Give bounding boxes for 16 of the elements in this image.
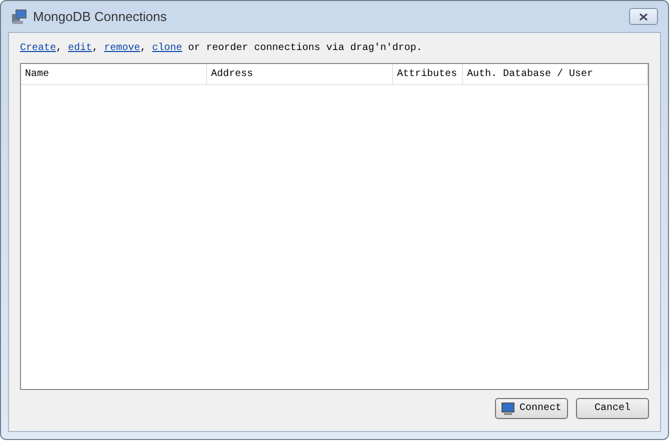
column-header[interactable]: Name: [21, 64, 207, 84]
close-button[interactable]: [629, 8, 658, 25]
column-header[interactable]: Attributes: [393, 64, 463, 84]
monitor-icon: [501, 402, 516, 416]
action-link[interactable]: clone: [152, 43, 182, 54]
action-link[interactable]: remove: [104, 43, 140, 54]
column-header[interactable]: Address: [207, 64, 393, 84]
connect-button[interactable]: Connect: [495, 398, 568, 419]
window-title: MongoDB Connections: [33, 8, 167, 26]
action-link[interactable]: Create: [20, 43, 56, 54]
action-link[interactable]: edit: [68, 43, 92, 54]
intro-text: Create, edit, remove, clone or reorder connections via drag'n'drop.: [20, 42, 424, 56]
cancel-button[interactable]: Cancel: [576, 398, 649, 419]
close-icon: [639, 12, 648, 20]
computer-icon: [11, 8, 27, 24]
column-header[interactable]: Auth. Database / User: [463, 64, 648, 84]
